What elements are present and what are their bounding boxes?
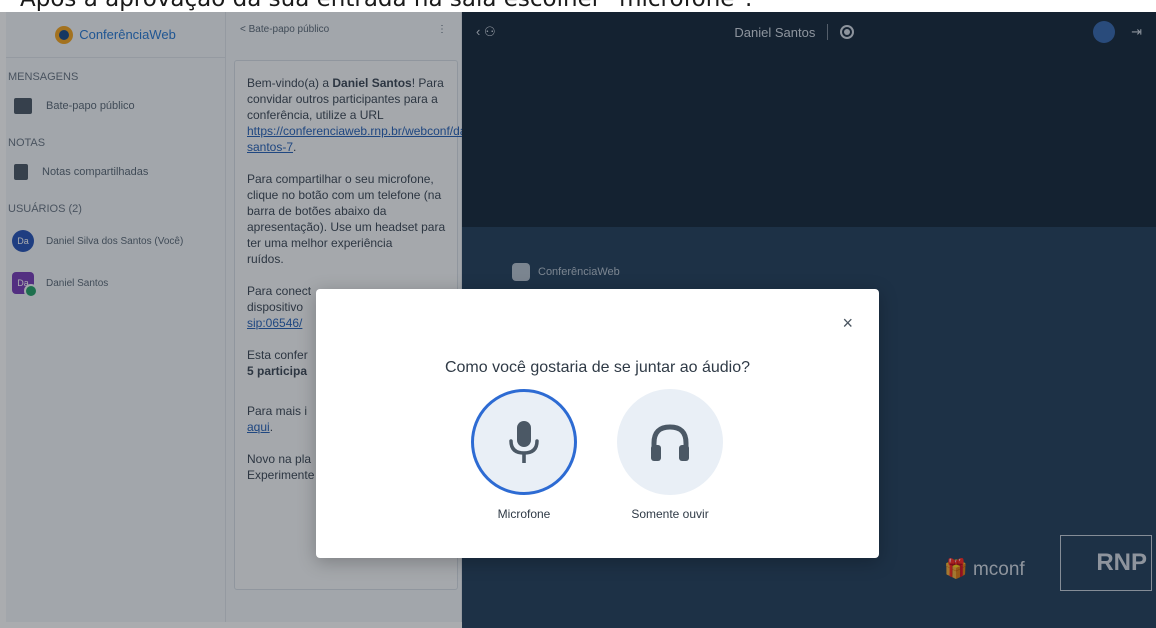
microphone-option-circle[interactable] — [471, 389, 577, 495]
instruction-caption: Após a aprovação da sua entrada na sala … — [20, 0, 752, 12]
microphone-icon — [509, 421, 539, 463]
listen-only-option-button[interactable]: Somente ouvir — [600, 389, 740, 521]
modal-title: Como você gostaria de se juntar ao áudio… — [444, 359, 751, 376]
headphones-icon — [651, 424, 689, 461]
option-label: Somente ouvir — [631, 507, 709, 521]
audio-join-modal: × Como você gostaria de se juntar ao áud… — [316, 289, 879, 558]
close-icon[interactable]: × — [842, 313, 853, 334]
option-label: Microfone — [497, 507, 551, 521]
app-root: Após a aprovação da sua entrada na sala … — [0, 0, 1156, 628]
microphone-option-button[interactable]: Microfone — [454, 389, 594, 521]
listen-only-option-circle[interactable] — [617, 389, 723, 495]
